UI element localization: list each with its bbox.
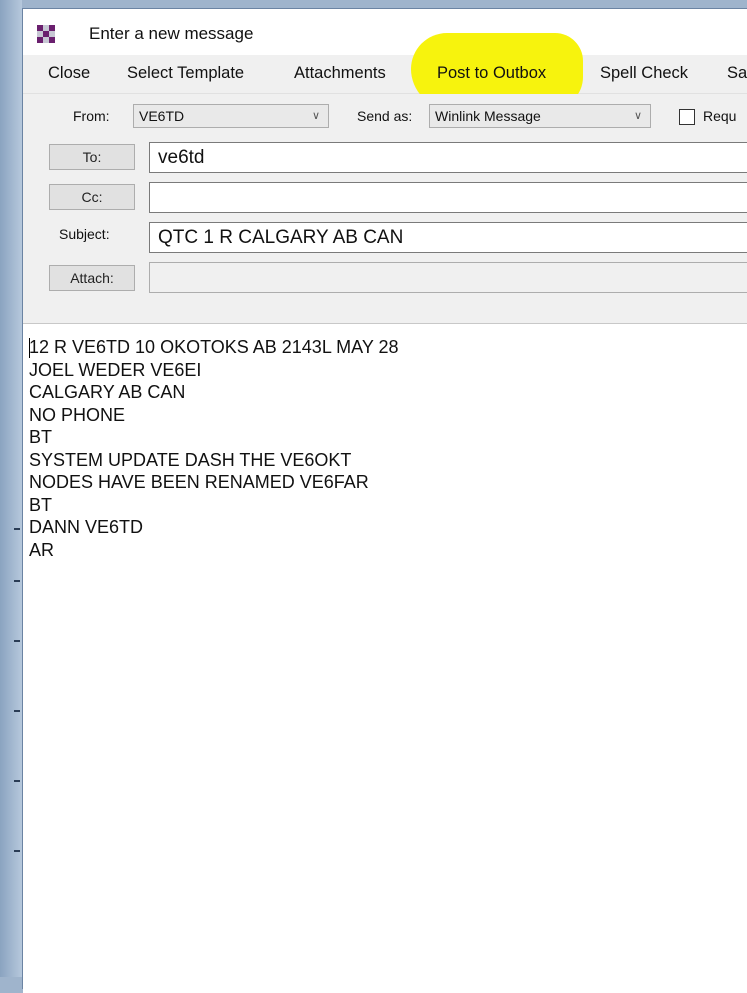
attach-field xyxy=(149,262,747,293)
menu-spell-check[interactable]: Spell Check xyxy=(600,64,688,83)
cc-button[interactable]: Cc: xyxy=(49,184,135,210)
subject-field[interactable]: QTC 1 R CALGARY AB CAN xyxy=(149,222,747,253)
window-title: Enter a new message xyxy=(89,24,254,43)
to-field[interactable]: ve6td xyxy=(149,142,747,173)
message-line: BT xyxy=(29,427,53,447)
message-line: CALGARY AB CAN xyxy=(29,382,186,402)
from-select[interactable]: VE6TD ∨ xyxy=(133,104,329,128)
menu-bar: Close Select Template Attachments Post t… xyxy=(23,33,747,109)
message-window: Enter a new message Close Select Templat… xyxy=(22,8,747,993)
from-value: VE6TD xyxy=(139,108,185,124)
attach-button[interactable]: Attach: xyxy=(49,265,135,291)
menu-save[interactable]: Sa xyxy=(727,64,747,83)
message-line: 12 R VE6TD 10 OKOTOKS AB 2143L MAY 28 xyxy=(29,337,399,357)
message-line: DANN VE6TD xyxy=(29,517,144,537)
message-line: AR xyxy=(29,539,55,560)
menu-close[interactable]: Close xyxy=(48,64,90,83)
chevron-down-icon: ∨ xyxy=(633,110,642,122)
request-label: Requ xyxy=(703,108,737,124)
request-checkbox[interactable] xyxy=(679,109,695,125)
text-caret xyxy=(29,338,30,358)
message-line: NO PHONE xyxy=(29,404,126,425)
desktop-background xyxy=(0,0,22,977)
chevron-down-icon: ∨ xyxy=(311,110,320,122)
to-button[interactable]: To: xyxy=(49,144,135,170)
cc-field[interactable] xyxy=(149,182,747,213)
message-line: NODES HAVE BEEN RENAMED VE6FAR xyxy=(29,472,369,492)
menu-select-template[interactable]: Select Template xyxy=(127,64,244,83)
desktop-icon-fragments xyxy=(14,520,22,920)
message-line: SYSTEM UPDATE DASH THE VE6OKT xyxy=(29,449,352,470)
send-as-label: Send as: xyxy=(357,108,413,124)
send-as-select[interactable]: Winlink Message ∨ xyxy=(429,104,651,128)
message-line: JOEL WEDER VE6EI xyxy=(29,359,202,380)
message-header: From: VE6TD ∨ Send as: Winlink Message ∨… xyxy=(23,94,747,325)
menu-post-to-outbox[interactable]: Post to Outbox xyxy=(437,64,546,83)
send-as-value: Winlink Message xyxy=(435,108,541,124)
subject-label: Subject: xyxy=(59,226,110,242)
app-icon xyxy=(37,25,55,43)
from-label: From: xyxy=(73,108,110,124)
title-bar[interactable]: Enter a new message xyxy=(23,9,747,55)
message-line: BT xyxy=(29,494,53,515)
message-body[interactable]: 12 R VE6TD 10 OKOTOKS AB 2143L MAY 28 JO… xyxy=(23,323,747,993)
menu-attachments[interactable]: Attachments xyxy=(294,64,386,83)
